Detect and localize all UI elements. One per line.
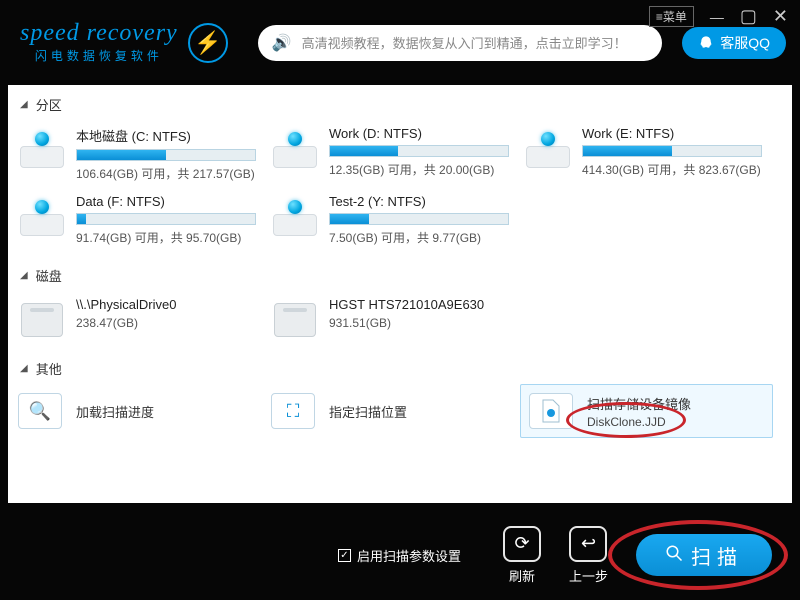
disk-title: \\.\PhysicalDrive0 [76,297,263,312]
partition-title: Work (E: NTFS) [582,126,769,141]
focus-icon: ⛶ [271,393,315,429]
collapse-icon: ◢ [20,99,28,110]
partition-sub: 12.35(GB) 可用，共 20.00(GB) [329,161,516,178]
logo: speed recovery 闪电数据恢复软件 ⚡ [20,21,228,64]
partition-item[interactable]: 本地磁盘 (C: NTFS) 106.64(GB) 可用，共 217.57(GB… [14,120,267,188]
checkbox-icon: ✓ [338,549,351,562]
partitions-grid: 本地磁盘 (C: NTFS) 106.64(GB) 可用，共 217.57(GB… [10,118,790,262]
sound-icon: 🔊 [272,33,292,53]
search-icon [665,544,683,567]
magnifier-icon: 🔍 [18,393,62,429]
scan-button[interactable]: 扫描 [636,534,772,576]
other-grid: 🔍 加载扫描进度 ⛶ 指定扫描位置 扫描存储设备镜像 DiskClone.JJD [10,382,790,448]
section-other[interactable]: ◢ 其他 [10,355,790,382]
disk-sub: 931.51(GB) [329,316,516,330]
drive-icon [271,128,319,168]
partition-sub: 7.50(GB) 可用，共 9.77(GB) [329,229,516,246]
collapse-icon: ◢ [20,363,28,374]
partition-title: Test-2 (Y: NTFS) [329,194,516,209]
section-title: 分区 [36,95,62,114]
tutorial-banner[interactable]: 🔊 高清视频教程，数据恢复从入门到精通，点击立即学习！ [258,25,663,61]
close-button[interactable]: ✕ [773,6,788,27]
partition-title: Data (F: NTFS) [76,194,263,209]
back-icon: ↩ [569,526,607,562]
partition-item[interactable]: Work (E: NTFS) 414.30(GB) 可用，共 823.67(GB… [520,120,773,188]
usage-bar [329,145,509,157]
usage-bar [582,145,762,157]
maximize-button[interactable]: ▢ [740,6,757,27]
drive-icon [524,128,572,168]
other-label: 指定扫描位置 [329,402,407,421]
drive-icon [18,128,66,168]
partition-title: 本地磁盘 (C: NTFS) [76,126,263,145]
section-partitions[interactable]: ◢ 分区 [10,91,790,118]
scan-device-image[interactable]: 扫描存储设备镜像 DiskClone.JJD [520,384,773,438]
bolt-icon: ⚡ [188,23,228,63]
disks-grid: \\.\PhysicalDrive0 238.47(GB) HGST HTS72… [10,289,790,355]
partition-title: Work (D: NTFS) [329,126,516,141]
app-header: ≡菜单 — ▢ ✕ speed recovery 闪电数据恢复软件 ⚡ 🔊 高清… [0,0,800,85]
partition-item[interactable]: Work (D: NTFS) 12.35(GB) 可用，共 20.00(GB) [267,120,520,188]
refresh-icon: ⟳ [503,526,541,562]
param-label: 启用扫描参数设置 [357,546,461,565]
image-file-name: DiskClone.JJD [587,415,691,429]
disk-sub: 238.47(GB) [76,316,263,330]
disk-item[interactable]: \\.\PhysicalDrive0 238.47(GB) [14,291,267,345]
menu-button[interactable]: ≡菜单 [649,6,694,27]
load-scan-progress[interactable]: 🔍 加载扫描进度 [14,384,267,438]
banner-text: 高清视频教程，数据恢复从入门到精通，点击立即学习！ [302,33,627,52]
partition-sub: 106.64(GB) 可用，共 217.57(GB) [76,165,263,182]
back-label: 上一步 [569,566,608,585]
customer-service-button[interactable]: 客服QQ [682,27,786,59]
drive-icon [271,196,319,236]
disk-title: HGST HTS721010A9E630 [329,297,516,312]
section-disks[interactable]: ◢ 磁盘 [10,262,790,289]
drive-icon [18,196,66,236]
minimize-button[interactable]: — [710,9,724,25]
disk-icon [18,299,66,339]
partition-sub: 91.74(GB) 可用，共 95.70(GB) [76,229,263,246]
set-scan-location[interactable]: ⛶ 指定扫描位置 [267,384,520,438]
disk-item[interactable]: HGST HTS721010A9E630 931.51(GB) [267,291,520,345]
footer-bar: ✓ 启用扫描参数设置 ⟳ 刷新 ↩ 上一步 扫描 [0,510,800,600]
window-controls: ≡菜单 — ▢ ✕ [649,6,788,27]
other-label: 加载扫描进度 [76,402,154,421]
partition-sub: 414.30(GB) 可用，共 823.67(GB) [582,161,769,178]
usage-bar [76,149,256,161]
partition-item[interactable]: Test-2 (Y: NTFS) 7.50(GB) 可用，共 9.77(GB) [267,188,520,252]
file-icon [529,393,573,429]
logo-sub-text: 闪电数据恢复软件 [20,47,178,64]
back-button[interactable]: ↩ 上一步 [569,526,608,585]
usage-bar [76,213,256,225]
refresh-button[interactable]: ⟳ 刷新 [503,526,541,585]
qq-label: 客服QQ [720,33,770,53]
main-panel: ◢ 分区 本地磁盘 (C: NTFS) 106.64(GB) 可用，共 217.… [8,85,792,503]
disk-icon [271,299,319,339]
logo-main-text: speed recovery [20,21,178,45]
refresh-label: 刷新 [509,566,535,585]
qq-icon [698,35,714,51]
collapse-icon: ◢ [20,270,28,281]
section-title: 其他 [36,359,62,378]
scan-label: 扫描 [691,541,743,570]
section-title: 磁盘 [36,266,62,285]
other-label: 扫描存储设备镜像 [587,394,691,413]
usage-bar [329,213,509,225]
partition-item[interactable]: Data (F: NTFS) 91.74(GB) 可用，共 95.70(GB) [14,188,267,252]
enable-param-checkbox[interactable]: ✓ 启用扫描参数设置 [338,546,461,565]
